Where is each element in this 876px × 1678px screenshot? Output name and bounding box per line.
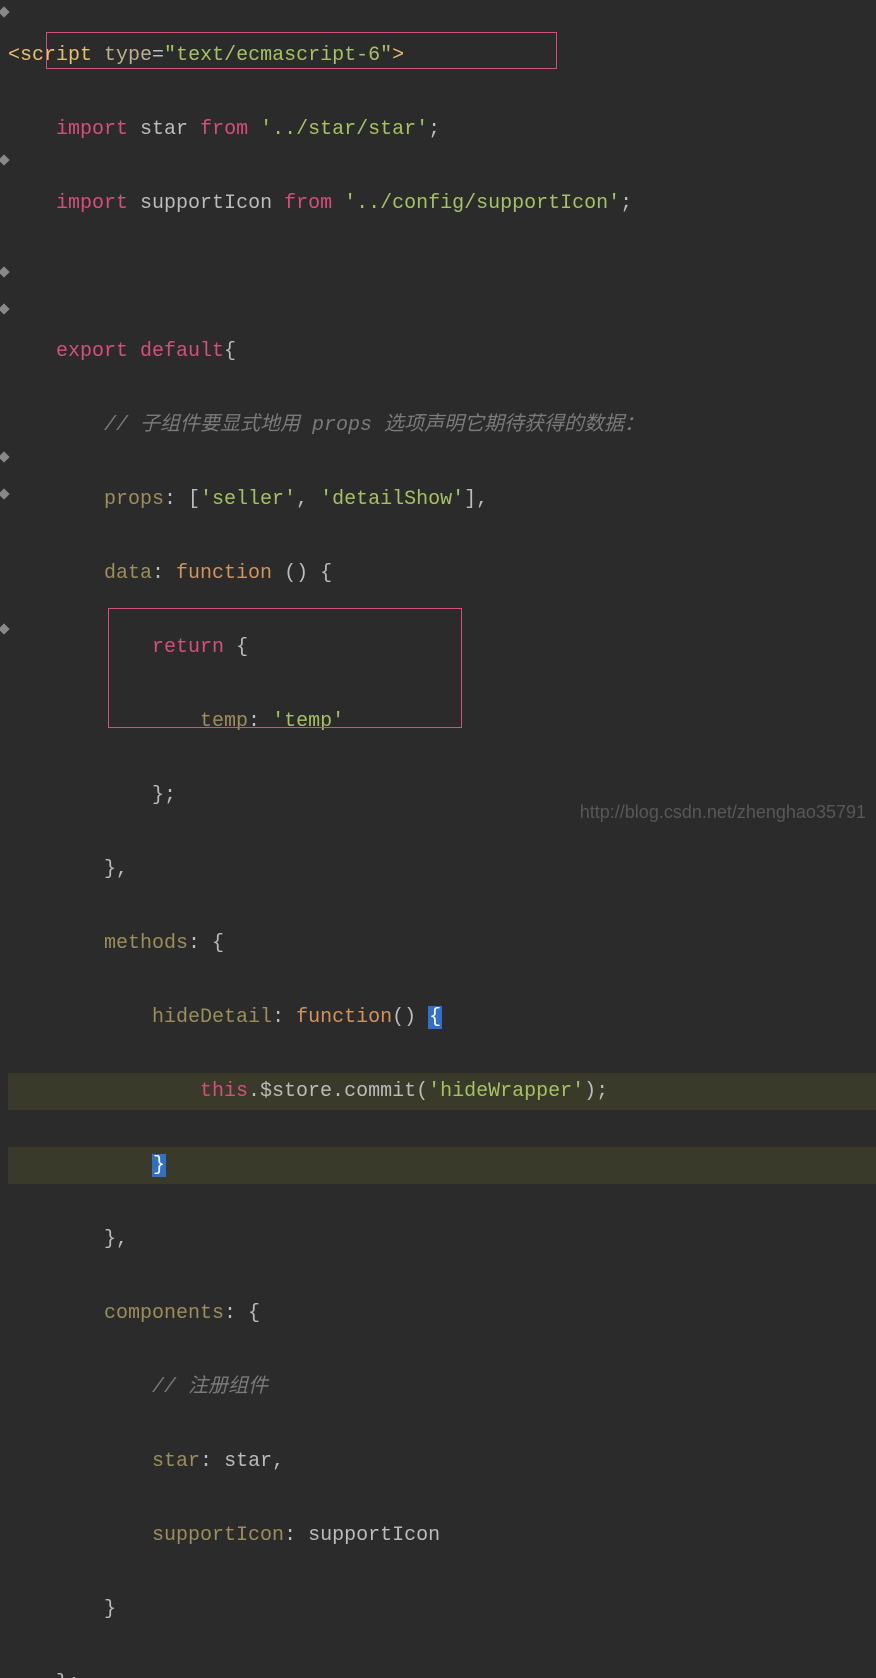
- import-path: '../config/supportIcon': [344, 192, 620, 215]
- from-keyword: from: [200, 118, 248, 141]
- this-keyword: this: [200, 1080, 248, 1103]
- supporticon-value: supportIcon: [308, 1524, 440, 1547]
- props-key: props: [104, 488, 164, 511]
- export-default: export default: [56, 340, 224, 363]
- props-value: 'seller': [200, 488, 296, 511]
- star-value: star: [224, 1450, 272, 1473]
- commit-arg: 'hideWrapper': [428, 1080, 584, 1103]
- import-keyword: import: [56, 192, 128, 215]
- import-keyword: import: [56, 118, 128, 141]
- import-name: supportIcon: [140, 192, 272, 215]
- components-key: components: [104, 1302, 224, 1325]
- function-keyword: function: [296, 1006, 392, 1029]
- from-keyword: from: [284, 192, 332, 215]
- star-key: star: [152, 1450, 200, 1473]
- props-value: 'detailShow': [320, 488, 464, 511]
- methods-key: methods: [104, 932, 188, 955]
- script-type-value: text/ecmascript-6: [176, 44, 380, 67]
- code-editor[interactable]: <script type="text/ecmascript-6"> import…: [0, 0, 876, 1678]
- import-path: '../star/star': [260, 118, 428, 141]
- data-key: data: [104, 562, 152, 585]
- function-keyword: function: [176, 562, 272, 585]
- comment-register: // 注册组件: [152, 1376, 268, 1399]
- temp-key: temp: [200, 710, 248, 733]
- import-name: star: [140, 118, 188, 141]
- temp-value: 'temp': [272, 710, 344, 733]
- selection-brace: {: [428, 1006, 442, 1029]
- selection-brace: }: [152, 1154, 166, 1177]
- store-commit: .$store.commit(: [248, 1080, 428, 1103]
- supporticon-key: supportIcon: [152, 1524, 284, 1547]
- return-keyword: return: [152, 636, 224, 659]
- comment-props: // 子组件要显式地用 props 选项声明它期待获得的数据：: [104, 414, 644, 437]
- hidedetail-key: hideDetail: [152, 1006, 272, 1029]
